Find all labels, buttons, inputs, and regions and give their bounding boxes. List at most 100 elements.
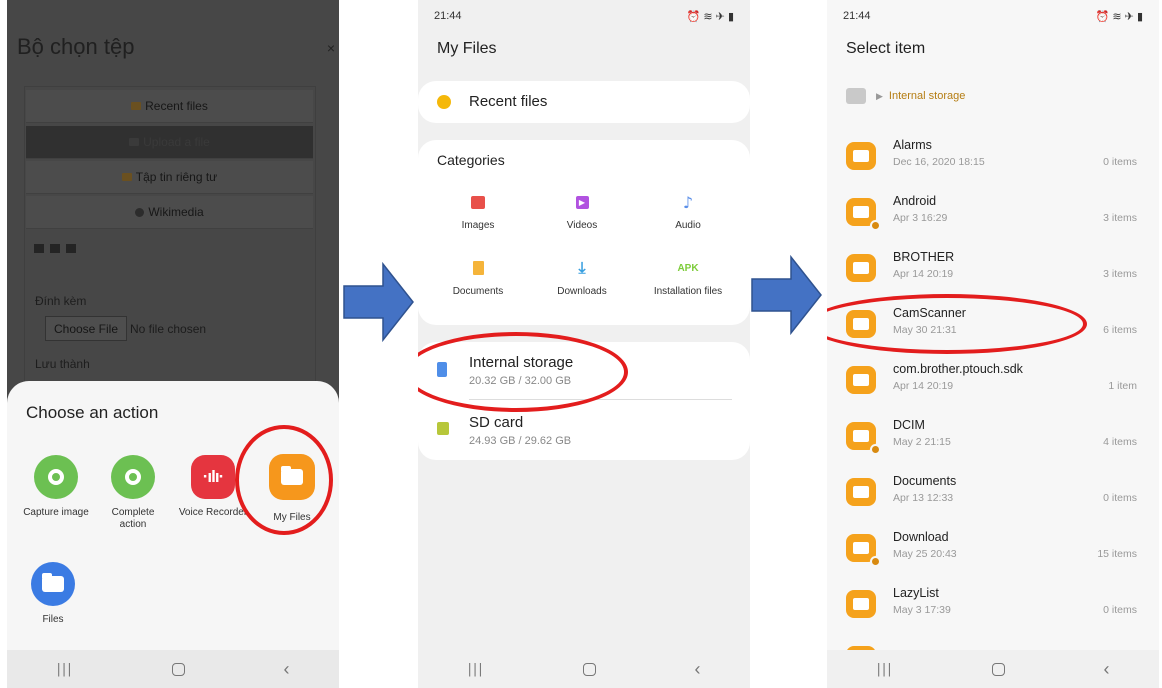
folder-count: 4 items [1103,436,1137,448]
app-complete-action[interactable]: Complete action [98,455,168,531]
folder-count: 0 items [1103,156,1137,168]
back-button[interactable]: ‹ [695,659,701,680]
file-picker-title: Bộ chọn tệp [17,34,135,59]
breadcrumb: ▶ Internal storage [846,88,965,104]
repo-label: Recent files [145,99,208,113]
folder-date: Apr 14 20:19 [893,268,954,280]
storage-name: SD card [469,414,524,431]
screen-title: Select item [846,40,926,57]
folder-view-icon[interactable] [66,244,76,253]
folder-row[interactable]: Android Apr 3 16:29 3 items [827,184,1159,240]
category-label: Documents [452,286,504,297]
camera-badge-icon [870,444,881,455]
status-icons: ⏰ ≋ ✈ ▮ [1095,11,1143,23]
app-label: Voice Recorder [178,507,248,518]
recents-button[interactable]: ||| [467,662,483,677]
storage-sd-card[interactable]: SD card 24.93 GB / 29.62 GB [469,414,571,447]
chevron-right-icon: ▶ [876,90,883,101]
sheet-title: Choose an action [26,403,159,422]
phone-file-picker: Bộ chọn tệp × Recent files Upload a file… [7,0,339,688]
arrow-right-icon [751,255,822,335]
folder-row[interactable]: DCIM May 2 21:15 4 items [827,408,1159,464]
folder-row[interactable]: Alarms Dec 16, 2020 18:15 0 items [827,128,1159,184]
download-icon: ⤓ [578,258,586,277]
category-downloads[interactable]: ⤓ Downloads [536,258,628,297]
camera-gear-icon [34,455,78,499]
repo-label: Tập tin riêng tư [135,170,218,184]
home-button[interactable] [991,662,1005,676]
folder-icon [31,562,75,606]
folder-date: May 25 20:43 [893,548,957,560]
home-button[interactable] [171,662,185,676]
categories-title: Categories [437,152,505,168]
app-label: Capture image [23,507,89,518]
folder-row[interactable]: LazyList May 3 17:39 0 items [827,576,1159,632]
folder-date: Dec 16, 2020 18:15 [893,156,985,168]
category-documents[interactable]: Documents [432,258,524,297]
category-installation-files[interactable]: APK Installation files [640,258,736,298]
app-capture-image[interactable]: Capture image [21,455,91,519]
recent-files-button[interactable]: Recent files [418,81,750,123]
folder-row[interactable]: Documents Apr 13 12:33 0 items [827,464,1159,520]
category-videos[interactable]: ▶ Videos [536,192,628,231]
category-label: Images [461,220,495,231]
repository-icon [131,102,142,110]
repo-private-files[interactable]: Tập tin riêng tư [26,161,313,194]
phone-my-files: 21:44 ⏰ ≋ ✈ ▮ My Files Recent files Cate… [418,0,750,688]
upload-icon [129,138,140,146]
phone-select-item: 21:44 ⏰ ≋ ✈ ▮ Select item ▶ Internal sto… [827,0,1159,688]
clock: 21:44 [843,10,871,22]
choose-file-button[interactable]: Choose File [45,316,127,341]
recents-button[interactable]: ||| [56,662,72,677]
category-audio[interactable]: ♪ Audio [642,192,734,232]
back-button[interactable]: ‹ [284,659,290,680]
folder-row[interactable]: BROTHER Apr 14 20:19 3 items [827,240,1159,296]
status-bar: 21:44 ⏰ ≋ ✈ ▮ [434,10,734,23]
repo-recent-files[interactable]: Recent files [26,90,313,123]
back-button[interactable]: ‹ [1104,659,1110,680]
recents-button[interactable]: ||| [876,662,892,677]
folder-icon [846,142,876,170]
category-label: Audio [675,220,701,231]
breadcrumb-internal-storage[interactable]: Internal storage [889,90,965,102]
apk-icon: APK [677,262,699,274]
repository-icon [121,173,132,181]
save-as-label: Lưu thành [35,357,90,371]
category-label: Downloads [557,286,607,297]
category-label: Videos [566,220,598,231]
clock: 21:44 [434,10,462,22]
folder-icon [846,254,876,282]
document-icon [472,261,484,275]
recent-files-label: Recent files [469,93,548,110]
folder-count: 3 items [1103,212,1137,224]
category-images[interactable]: Images [432,192,524,231]
repo-wikimedia[interactable]: Wikimedia [26,196,313,229]
list-view-icon[interactable] [50,244,60,253]
repo-upload-file[interactable]: Upload a file [26,126,313,159]
folder-icon [846,478,876,506]
folder-count: 0 items [1103,492,1137,504]
folder-count: 0 items [1103,604,1137,616]
folder-count: 15 items [1097,548,1137,560]
sd-card-icon [437,422,449,435]
clock-icon [437,95,451,109]
folder-row[interactable]: com.brother.ptouch.sdk Apr 14 20:19 1 it… [827,352,1159,408]
folder-count: 1 item [1108,380,1137,392]
no-file-text: No file chosen [130,322,207,336]
app-files[interactable]: Files [18,562,88,626]
camera-gear-icon [111,455,155,499]
app-label: Complete action [111,507,155,530]
category-label: Installation files [653,286,723,297]
app-label: Files [42,614,64,625]
home-folder-icon[interactable] [846,88,866,104]
folder-icon [846,366,876,394]
home-button[interactable] [582,662,596,676]
close-icon[interactable]: × [327,40,335,56]
folder-row[interactable]: Download May 25 20:43 15 items [827,520,1159,576]
video-icon: ▶ [575,195,589,209]
attach-label: Đính kèm [35,294,87,308]
folder-name: com.brother.ptouch.sdk [893,362,1023,376]
status-bar: 21:44 ⏰ ≋ ✈ ▮ [843,10,1143,23]
folder-name: Android [893,194,937,208]
grid-view-icon[interactable] [34,244,44,253]
